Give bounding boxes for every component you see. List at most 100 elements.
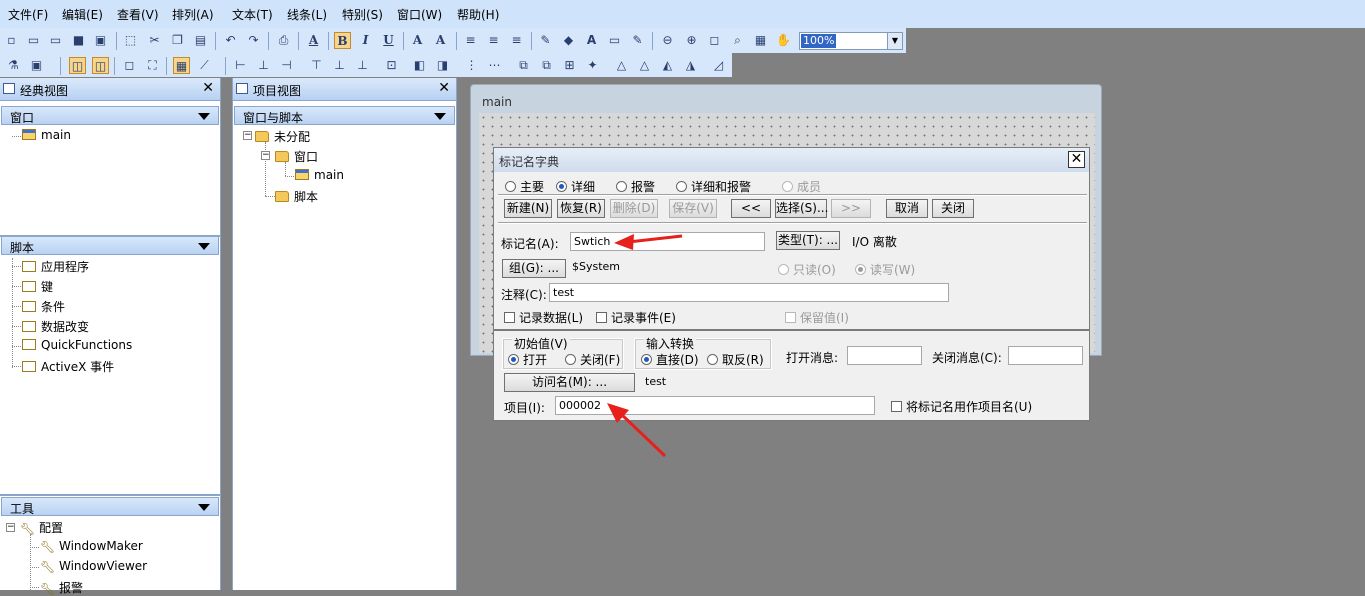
window-color-icon[interactable]: ▭ xyxy=(606,32,623,49)
italic-button[interactable]: I xyxy=(357,32,374,49)
close-icon[interactable]: ✕ xyxy=(202,80,214,96)
rotate-left-icon[interactable]: △ xyxy=(613,57,630,74)
collapse-icon[interactable]: − xyxy=(6,523,15,532)
tree-item-config[interactable]: 🔧︎ 配置 xyxy=(20,519,63,536)
undo-icon[interactable]: ↶ xyxy=(222,32,239,49)
type-button[interactable]: 类型(T): ... xyxy=(776,231,840,250)
new-button[interactable]: 新建(N) xyxy=(504,199,552,218)
center-icon[interactable]: ⊡ xyxy=(383,57,400,74)
window-section-header[interactable]: 窗口 xyxy=(1,106,219,125)
menu-file[interactable]: 文件(F) xyxy=(8,6,48,23)
grid-icon[interactable]: ▦ xyxy=(752,32,769,49)
access-name-button[interactable]: 访问名(M): ... xyxy=(504,373,635,392)
pan-hand-icon[interactable]: ✋ xyxy=(775,32,792,49)
space-horiz-icon[interactable]: ⋮ xyxy=(463,57,480,74)
zoom-in-icon[interactable]: ⊕ xyxy=(683,32,700,49)
tree-item-quickfunctions[interactable]: QuickFunctions xyxy=(22,338,132,352)
tree-item-data-change[interactable]: 数据改变 xyxy=(22,318,89,335)
tools-section-header[interactable]: 工具 xyxy=(1,497,219,516)
align-left-icon[interactable]: ≡ xyxy=(462,32,479,49)
mode-details-alarm-radio[interactable]: 详细和报警 xyxy=(676,178,751,195)
send-back-icon[interactable]: ◨ xyxy=(434,57,451,74)
close-button[interactable]: 关闭 xyxy=(932,199,974,218)
align-right-obj-icon[interactable]: ⊣ xyxy=(278,57,295,74)
select-button[interactable]: 选择(S)... xyxy=(775,199,828,218)
group-icon[interactable]: ⧉ xyxy=(515,57,532,74)
comment-input[interactable]: test xyxy=(549,283,949,302)
menu-edit[interactable]: 编辑(E) xyxy=(62,6,103,23)
tree-item-condition[interactable]: 条件 xyxy=(22,298,65,315)
use-tagname-checkbox[interactable]: 将标记名用作项目名(U) xyxy=(891,398,1032,415)
log-data-checkbox[interactable]: 记录数据(L) xyxy=(504,309,583,326)
off-message-input[interactable] xyxy=(1008,346,1083,365)
tree-item-main-window[interactable]: main xyxy=(22,128,71,142)
tree-item-alarm[interactable]: 🔧︎ 报警 xyxy=(40,579,83,596)
chevron-down-icon[interactable] xyxy=(198,504,210,511)
item-input[interactable]: 000002 xyxy=(555,396,875,415)
full-screen-icon[interactable]: ⛶ xyxy=(144,57,161,74)
open-icon[interactable]: ▭ xyxy=(25,32,42,49)
break-cell-icon[interactable]: ✦ xyxy=(584,57,601,74)
windows-scripts-section-header[interactable]: 窗口与脚本 xyxy=(234,106,455,125)
flip-horiz-icon[interactable]: ◭ xyxy=(659,57,676,74)
menu-special[interactable]: 特别(S) xyxy=(342,6,383,23)
align-middle-obj-icon[interactable]: ⊥ xyxy=(331,57,348,74)
mode-alarm-radio[interactable]: 报警 xyxy=(616,178,655,195)
tree-item-windows-folder[interactable]: 窗口 xyxy=(275,148,318,165)
cancel-button[interactable]: 取消 xyxy=(886,199,928,218)
text-color-icon[interactable]: A xyxy=(583,32,600,49)
menu-help[interactable]: 帮助(H) xyxy=(457,6,499,23)
group-button[interactable]: 组(G): ... xyxy=(502,259,566,278)
script-section-header[interactable]: 脚本 xyxy=(1,236,219,255)
classic-view-icon[interactable]: ◫ xyxy=(69,57,86,74)
tree-item-windowviewer[interactable]: 🔧︎ WindowViewer xyxy=(40,559,147,574)
line-color-icon[interactable]: ✎ xyxy=(537,32,554,49)
fill-color-icon[interactable]: ◆ xyxy=(560,32,577,49)
menu-window[interactable]: 窗口(W) xyxy=(397,6,442,23)
menu-view[interactable]: 查看(V) xyxy=(117,6,159,23)
align-bottom-obj-icon[interactable]: ⊥ xyxy=(354,57,371,74)
new-icon[interactable]: ▫ xyxy=(3,32,20,49)
make-cell-icon[interactable]: ⊞ xyxy=(561,57,578,74)
font-smaller-button[interactable]: A xyxy=(432,32,449,49)
collapse-icon[interactable]: − xyxy=(261,151,270,160)
restore-button[interactable]: 恢复(R) xyxy=(557,199,605,218)
next-button[interactable]: >> xyxy=(831,199,871,218)
mode-main-radio[interactable]: 主要 xyxy=(505,178,544,195)
initial-off-radio[interactable]: 关闭(F) xyxy=(565,351,620,368)
close-doc-icon[interactable]: ▭ xyxy=(47,32,64,49)
mode-details-radio[interactable]: 详细 xyxy=(556,178,595,195)
log-events-checkbox[interactable]: 记录事件(E) xyxy=(596,309,676,326)
runtime-icon[interactable]: ▣ xyxy=(28,57,45,74)
menu-line[interactable]: 线条(L) xyxy=(287,6,327,23)
tree-item-key[interactable]: 键 xyxy=(22,278,53,295)
close-icon[interactable]: ✕ xyxy=(1068,151,1085,168)
font-bigger-button[interactable]: A xyxy=(409,32,426,49)
close-icon[interactable]: ✕ xyxy=(438,80,450,96)
align-left-obj-icon[interactable]: ⊢ xyxy=(232,57,249,74)
save-icon[interactable]: ■ xyxy=(70,32,87,49)
menu-text[interactable]: 文本(T) xyxy=(232,6,273,23)
zoom-select[interactable]: 100% ▼ xyxy=(799,32,903,50)
window-icon[interactable]: ◻ xyxy=(121,57,138,74)
underline-button[interactable]: U xyxy=(380,32,397,49)
tree-item-unassigned[interactable]: 未分配 xyxy=(255,128,310,145)
bring-front-icon[interactable]: ◧ xyxy=(411,57,428,74)
align-center-obj-icon[interactable]: ⊥ xyxy=(255,57,272,74)
collapse-icon[interactable]: − xyxy=(243,131,252,140)
tree-item-activex-event[interactable]: ActiveX 事件 xyxy=(22,358,114,375)
flip-vert-icon[interactable]: ◮ xyxy=(682,57,699,74)
project-view-icon[interactable]: ◫ xyxy=(92,57,109,74)
chevron-down-icon[interactable] xyxy=(434,113,446,120)
space-vert-icon[interactable]: ⋯ xyxy=(486,57,503,74)
pen-color-icon[interactable]: ✎ xyxy=(629,32,646,49)
bold-button[interactable]: B xyxy=(334,32,351,49)
ungroup-icon[interactable]: ⧉ xyxy=(538,57,555,74)
tree-item-scripts-folder[interactable]: 脚本 xyxy=(275,188,318,205)
snap-grid-icon[interactable]: ▦ xyxy=(173,57,190,74)
save-all-icon[interactable]: ▣ xyxy=(92,32,109,49)
zoom-out-icon[interactable]: ⊖ xyxy=(659,32,676,49)
on-message-input[interactable] xyxy=(847,346,922,365)
tree-item-windowmaker[interactable]: 🔧︎ WindowMaker xyxy=(40,539,143,554)
align-top-obj-icon[interactable]: ⊤ xyxy=(308,57,325,74)
